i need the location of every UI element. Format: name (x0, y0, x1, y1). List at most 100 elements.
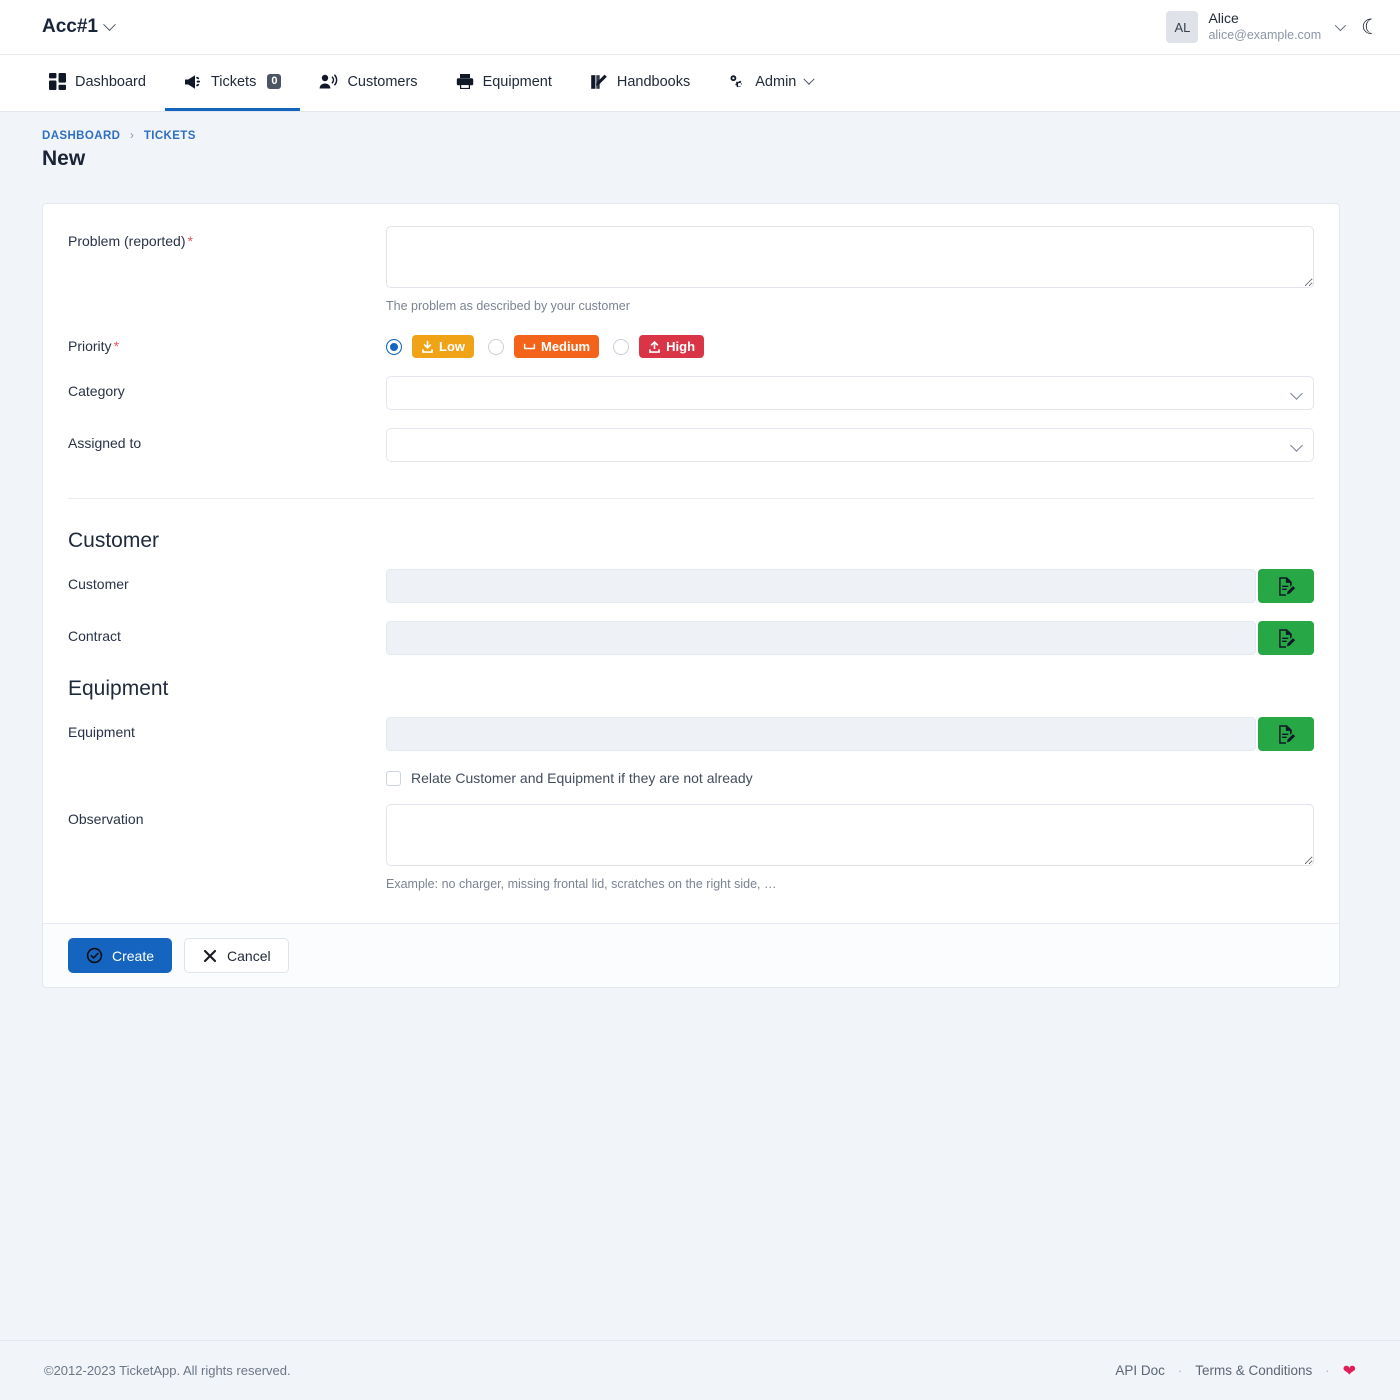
label-equipment: Equipment (68, 724, 135, 740)
priority-badge-medium[interactable]: Medium (514, 335, 600, 358)
label-assigned-to: Assigned to (68, 435, 142, 451)
label-problem-text: Problem (reported) (68, 233, 186, 249)
chevron-down-icon (1290, 387, 1303, 400)
nav-label-equipment: Equipment (482, 73, 552, 90)
gears-icon (728, 73, 746, 91)
tickets-count-badge: 0 (267, 73, 282, 90)
section-title-equipment: Equipment (68, 677, 169, 700)
create-button[interactable]: Create (68, 938, 173, 973)
footer-link-api-doc[interactable]: API Doc (1115, 1363, 1165, 1378)
chevron-down-icon (1334, 19, 1347, 32)
field-row-customer: Customer (68, 569, 1314, 603)
priority-badge-high-label: High (666, 339, 696, 354)
relate-checkbox-row[interactable]: Relate Customer and Equipment if they ar… (386, 767, 1314, 786)
assigned-to-select[interactable] (386, 428, 1314, 462)
equipment-field-col (386, 717, 1314, 751)
nav-item-equipment[interactable]: Equipment (437, 55, 571, 111)
create-button-label: Create (112, 947, 155, 964)
field-row-relate-checkbox: Relate Customer and Equipment if they ar… (68, 767, 1314, 786)
priority-radio-group: Low Medium High (386, 331, 1314, 358)
chevron-down-icon (1290, 439, 1303, 452)
priority-radio-high[interactable] (613, 338, 630, 355)
field-row-priority: Priority * Low Medium High (68, 331, 1314, 358)
breadcrumb-item-dashboard[interactable]: DASHBOARD (42, 130, 120, 142)
contract-field-col (386, 621, 1314, 655)
chevron-down-icon (803, 73, 816, 85)
account-name: Acc#1 (42, 16, 98, 37)
nav-label-handbooks: Handbooks (616, 73, 691, 90)
footer-copyright: ©2012-2023 TicketApp. All rights reserve… (44, 1363, 291, 1378)
user-name: Alice (1208, 10, 1239, 27)
customer-picker-button[interactable] (1258, 569, 1314, 603)
page-footer: ©2012-2023 TicketApp. All rights reserve… (0, 1340, 1400, 1400)
relate-checkbox[interactable] (386, 770, 401, 786)
label-relate-spacer (68, 767, 386, 774)
customer-field-col (386, 569, 1314, 603)
label-priority-text: Priority (68, 338, 112, 354)
label-category: Category (68, 383, 125, 399)
top-bar-right: AL Alice alice@example.com ☾ (1166, 10, 1380, 43)
label-customer: Customer (68, 576, 129, 592)
observation-hint: Example: no charger, missing frontal lid… (386, 877, 777, 891)
check-circle-icon (86, 947, 103, 964)
equipment-input[interactable] (386, 717, 1256, 751)
label-contract: Contract (68, 628, 121, 644)
problem-textarea[interactable] (386, 226, 1314, 288)
label-problem: Problem (reported) * (68, 226, 386, 249)
user-menu[interactable]: AL Alice alice@example.com (1166, 10, 1347, 43)
chevron-down-icon (103, 17, 116, 31)
form-actions: Create Cancel (43, 923, 1339, 987)
priority-badge-high[interactable]: High (639, 335, 705, 358)
field-row-assigned-to: Assigned to (68, 428, 1314, 462)
file-edit-icon (1278, 724, 1295, 744)
assigned-to-field-col (386, 428, 1314, 462)
page-title: New (42, 147, 86, 170)
customer-input[interactable] (386, 569, 1256, 603)
field-row-contract: Contract (68, 621, 1314, 655)
nav-item-customers[interactable]: Customers (300, 55, 436, 111)
nav-item-dashboard[interactable]: Dashboard (30, 55, 165, 111)
field-row-equipment: Equipment (68, 717, 1314, 751)
footer-links: API Doc · Terms & Conditions · ❤ (1115, 1361, 1356, 1381)
top-bar: Acc#1 AL Alice alice@example.com ☾ (0, 0, 1400, 55)
account-switcher[interactable]: Acc#1 (42, 16, 116, 38)
priority-badge-low[interactable]: Low (412, 335, 474, 358)
footer-link-terms[interactable]: Terms & Conditions (1195, 1363, 1312, 1378)
label-priority: Priority * (68, 331, 386, 354)
priority-badge-medium-label: Medium (541, 339, 591, 354)
priority-radio-medium[interactable] (488, 338, 504, 355)
section-divider (68, 498, 1314, 499)
nav-item-tickets[interactable]: Tickets 0 (164, 55, 301, 111)
user-email: alice@example.com (1208, 27, 1322, 42)
user-voice-icon (319, 73, 338, 90)
cancel-button[interactable]: Cancel (184, 938, 289, 973)
nav-item-handbooks[interactable]: Handbooks (571, 55, 709, 111)
category-field-col (386, 376, 1314, 410)
priority-radio-low[interactable] (386, 338, 402, 355)
ticket-form-body: Problem (reported) * The problem as descr… (43, 204, 1339, 923)
required-marker: * (113, 338, 120, 354)
user-identity: Alice alice@example.com (1208, 10, 1321, 43)
tray-icon (523, 343, 536, 350)
nav-item-admin[interactable]: Admin (709, 55, 832, 111)
category-select[interactable] (386, 376, 1314, 410)
nav-label-tickets: Tickets (210, 73, 257, 90)
moon-icon[interactable]: ☾ (1361, 17, 1380, 38)
field-row-category: Category (68, 376, 1314, 410)
heart-icon: ❤ (1342, 1362, 1356, 1380)
contract-picker-button[interactable] (1258, 621, 1314, 655)
equipment-picker-button[interactable] (1258, 717, 1314, 751)
priority-badge-low-label: Low (439, 339, 465, 354)
megaphone-icon (184, 73, 202, 91)
dashboard-grid-icon (49, 73, 66, 90)
nav-label-admin: Admin (755, 73, 797, 90)
field-row-observation: Observation Example: no charger, missing… (68, 804, 1314, 891)
contract-input[interactable] (386, 621, 1256, 655)
file-edit-icon (1278, 628, 1295, 648)
problem-field-col: The problem as described by your custome… (386, 226, 1314, 313)
section-title-customer: Customer (68, 529, 160, 552)
observation-textarea[interactable] (386, 804, 1314, 866)
breadcrumb-item-tickets[interactable]: TICKETS (144, 130, 196, 142)
footer-separator: · (1325, 1363, 1330, 1378)
arrow-down-tray-icon (422, 340, 433, 353)
